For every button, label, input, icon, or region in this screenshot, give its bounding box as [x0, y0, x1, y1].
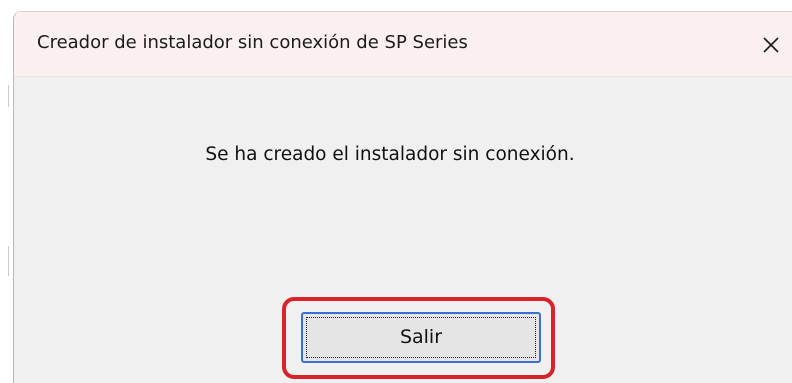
close-icon: [763, 37, 779, 53]
screenshot-canvas: Creador de instalador sin conexión de SP…: [0, 0, 792, 383]
window-title: Creador de instalador sin conexión de SP…: [37, 32, 468, 53]
title-bar[interactable]: Creador de instalador sin conexión de SP…: [14, 12, 792, 77]
background-window-edge: [8, 85, 9, 107]
background-window-edge: [8, 246, 9, 276]
completion-message: Se ha creado el instalador sin conexión.: [205, 144, 575, 165]
close-button[interactable]: [755, 29, 787, 61]
exit-button-label: Salir: [399, 326, 443, 348]
message-container: Se ha creado el instalador sin conexión.: [0, 144, 792, 165]
exit-button[interactable]: Salir: [301, 312, 541, 363]
